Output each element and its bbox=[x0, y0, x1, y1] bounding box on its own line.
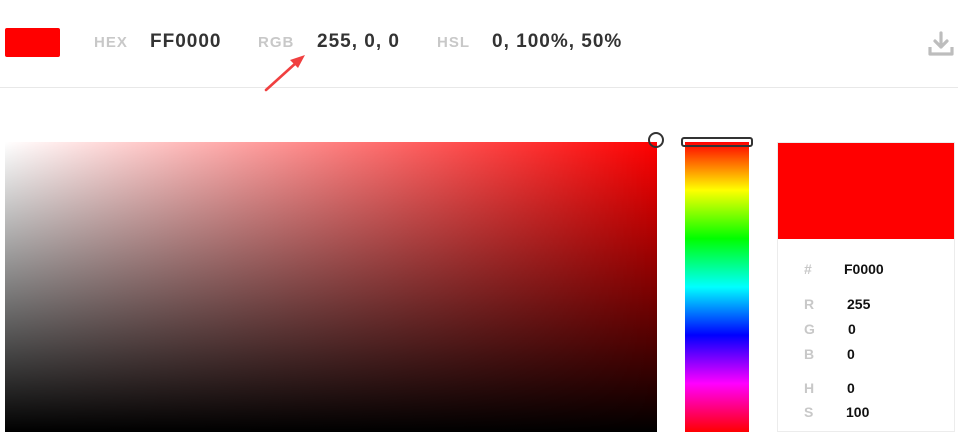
hex-label: HEX bbox=[94, 34, 128, 51]
panel-hex-label: # bbox=[804, 261, 812, 277]
panel-b-label: B bbox=[804, 346, 815, 362]
panel-r-label: R bbox=[804, 296, 815, 312]
current-color-swatch[interactable] bbox=[5, 28, 60, 57]
download-icon bbox=[928, 31, 954, 56]
panel-h-value[interactable]: 0 bbox=[847, 380, 855, 396]
panel-g-label: G bbox=[804, 321, 815, 337]
panel-b-value[interactable]: 0 bbox=[847, 346, 855, 362]
rgb-value[interactable]: 255, 0, 0 bbox=[317, 31, 400, 53]
panel-h-label: H bbox=[804, 380, 815, 396]
hex-value[interactable]: FF0000 bbox=[150, 31, 221, 53]
hsl-value[interactable]: 0, 100%, 50% bbox=[492, 31, 622, 53]
saturation-value-picker[interactable] bbox=[5, 142, 657, 432]
saturation-value-handle[interactable] bbox=[648, 132, 664, 148]
panel-g-value[interactable]: 0 bbox=[848, 321, 856, 337]
hsl-label: HSL bbox=[437, 34, 470, 51]
rgb-label: RGB bbox=[258, 34, 295, 51]
hue-slider[interactable] bbox=[685, 142, 749, 432]
color-values-panel: # F0000 R 255 G 0 B 0 H 0 S 100 bbox=[777, 142, 955, 432]
color-info-bar: HEX FF0000 RGB 255, 0, 0 HSL 0, 100%, 50… bbox=[0, 0, 958, 88]
panel-hex-value[interactable]: F0000 bbox=[844, 261, 884, 277]
panel-r-value[interactable]: 255 bbox=[847, 296, 870, 312]
hue-slider-handle[interactable] bbox=[681, 137, 753, 147]
color-preview bbox=[778, 143, 954, 239]
download-button[interactable] bbox=[926, 29, 956, 59]
